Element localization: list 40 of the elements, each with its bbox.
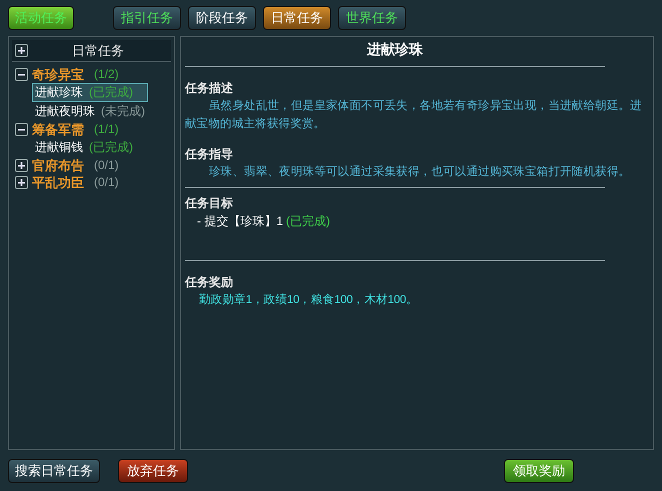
- claim-reward-button[interactable]: 领取奖励: [504, 458, 574, 482]
- group-progress: (0/1): [94, 174, 119, 191]
- abandon-button[interactable]: 放弃任务: [118, 458, 188, 482]
- tab[interactable]: 日常任务: [263, 6, 331, 30]
- section-heading: 任务指导: [185, 146, 234, 163]
- section-heading: 任务目标: [185, 195, 234, 212]
- group-progress: (1/1): [94, 121, 119, 138]
- guide-text: 珍珠、翡翠、夜明珠等可以通过采集获得，也可以通过购买珠宝箱打开随机获得。: [208, 164, 632, 180]
- reward-text: 勤政勋章1，政绩10，粮食100，木材100。: [198, 292, 419, 308]
- expand-icon[interactable]: [15, 176, 28, 189]
- quest-status: (已完成): [89, 84, 133, 101]
- quest-item[interactable]: 进献铜钱 (已完成): [32, 138, 148, 157]
- quest-name: 进献夜明珠: [35, 103, 95, 120]
- group-progress: (1/2): [94, 66, 119, 83]
- quest-title: 进献珍珠: [185, 39, 605, 67]
- expand-icon[interactable]: [15, 159, 28, 172]
- quest-status: (已完成): [89, 139, 133, 156]
- group-title[interactable]: 奇珍异宝: [32, 66, 84, 83]
- group-progress: (0/1): [94, 157, 119, 174]
- quest-name: 进献珍珠: [35, 84, 83, 101]
- expand-icon[interactable]: [15, 44, 28, 57]
- collapse-icon[interactable]: [15, 68, 28, 81]
- quest-item[interactable]: 进献夜明珠 (未完成): [32, 102, 148, 121]
- tab[interactable]: 世界任务: [338, 6, 406, 30]
- section-heading: 任务描述: [185, 80, 234, 97]
- quest-name: 进献铜钱: [35, 139, 83, 156]
- list-title: 日常任务: [71, 42, 125, 60]
- collapse-icon[interactable]: [15, 123, 28, 136]
- tab[interactable]: 指引任务: [113, 6, 181, 30]
- goal-text: - 提交【珍珠】1: [197, 213, 284, 230]
- group-title[interactable]: 官府布告: [32, 157, 84, 174]
- search-quest-button[interactable]: 搜索日常任务: [8, 458, 100, 482]
- section-heading: 任务奖励: [185, 274, 234, 291]
- description-text: 虽然身处乱世，但是皇家体面不可丢失，各地若有奇珍异宝出现，当进献给朝廷。进献宝物的城主将获得奖赏。: [185, 98, 643, 132]
- group-title[interactable]: 平乱功臣: [32, 174, 84, 191]
- tab[interactable]: 阶段任务: [188, 6, 256, 30]
- quest-status: (未完成): [101, 103, 145, 120]
- quest-item[interactable]: 进献珍珠 (已完成): [32, 83, 148, 102]
- group-title[interactable]: 筹备军需: [32, 121, 84, 138]
- goal-status: (已完成): [286, 213, 330, 230]
